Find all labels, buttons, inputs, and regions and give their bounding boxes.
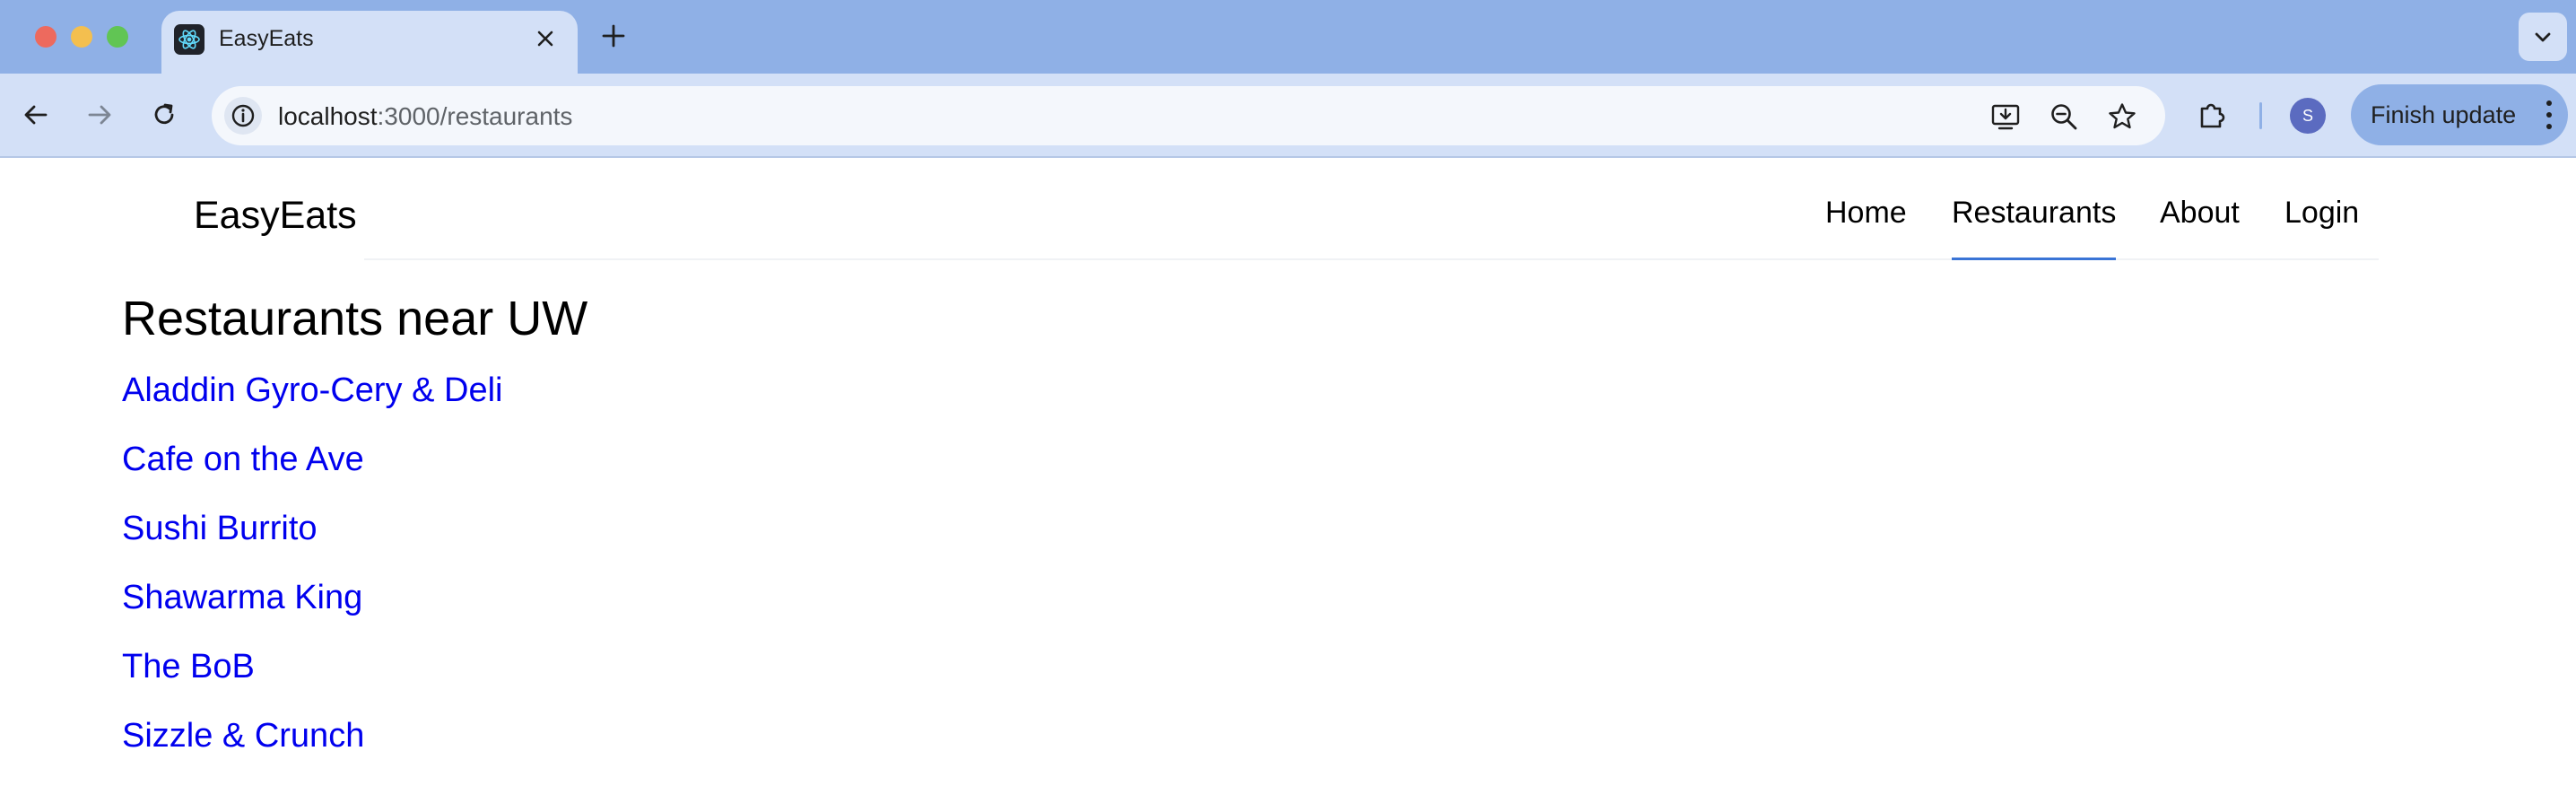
list-item: Aladdin Gyro-Cery & Deli — [122, 371, 502, 441]
restaurant-link[interactable]: Sizzle & Crunch — [122, 717, 364, 755]
reload-button[interactable] — [143, 93, 186, 136]
page-title: Restaurants near UW — [122, 292, 588, 345]
browser-tab[interactable]: EasyEats — [161, 11, 578, 74]
restaurant-list: Aladdin Gyro-Cery & Deli Cafe on the Ave… — [122, 371, 502, 786]
list-item: Cafe on the Ave — [122, 441, 502, 510]
close-icon[interactable] — [529, 22, 561, 55]
puzzle-icon[interactable] — [2190, 93, 2233, 136]
back-button[interactable] — [14, 93, 57, 136]
star-icon[interactable] — [2104, 99, 2140, 135]
chevron-down-icon — [2535, 32, 2551, 42]
page-content: EasyEats Home Restaurants About Login Re… — [0, 158, 2576, 772]
list-item: Sushi Burrito — [122, 510, 502, 579]
url-text[interactable]: localhost:3000/restaurants — [278, 102, 572, 131]
new-tab-button[interactable] — [596, 18, 631, 54]
restaurant-link[interactable]: Aladdin Gyro-Cery & Deli — [122, 371, 502, 409]
window-zoom-button[interactable] — [107, 26, 128, 48]
finish-update-button[interactable]: Finish update — [2351, 84, 2568, 145]
tab-title: EasyEats — [219, 26, 314, 51]
tab-search-button[interactable] — [2519, 13, 2567, 61]
arrow-left-icon — [24, 105, 48, 125]
window-minimize-button[interactable] — [71, 26, 92, 48]
forward-button[interactable] — [78, 93, 121, 136]
list-item: The BoB — [122, 648, 502, 717]
arrow-right-icon — [88, 105, 111, 125]
react-atom-icon — [174, 24, 205, 55]
plus-icon — [602, 24, 625, 48]
nav-home[interactable]: Home — [1825, 196, 1907, 260]
url-path: :3000/restaurants — [377, 102, 573, 130]
zoom-out-icon[interactable] — [2046, 99, 2082, 135]
address-bar[interactable]: localhost:3000/restaurants — [212, 86, 2165, 145]
window-close-button[interactable] — [35, 26, 57, 48]
toolbar-separator — [2259, 102, 2262, 129]
browser-tab-strip: EasyEats — [0, 0, 2576, 74]
list-item: Shawarma King — [122, 579, 502, 648]
reload-icon — [154, 103, 174, 125]
info-icon[interactable] — [224, 97, 262, 135]
url-host: localhost — [278, 102, 378, 130]
browser-toolbar: localhost:3000/restaurants S Finish upda… — [0, 74, 2576, 158]
finish-update-label: Finish update — [2371, 101, 2517, 128]
nav-login[interactable]: Login — [2284, 196, 2359, 260]
restaurant-link[interactable]: Shawarma King — [122, 579, 362, 616]
install-app-icon[interactable] — [1988, 99, 2023, 135]
nav-about[interactable]: About — [2160, 196, 2240, 260]
restaurant-link[interactable]: Cafe on the Ave — [122, 441, 364, 478]
kebab-menu-icon[interactable] — [2543, 100, 2555, 129]
main-nav: Home Restaurants About Login — [0, 196, 2576, 262]
list-item: Sizzle & Crunch — [122, 717, 502, 786]
restaurant-link[interactable]: Sushi Burrito — [122, 510, 318, 547]
nav-restaurants[interactable]: Restaurants — [1952, 196, 2117, 260]
restaurant-link[interactable]: The BoB — [122, 648, 255, 686]
profile-avatar[interactable]: S — [2290, 98, 2326, 134]
